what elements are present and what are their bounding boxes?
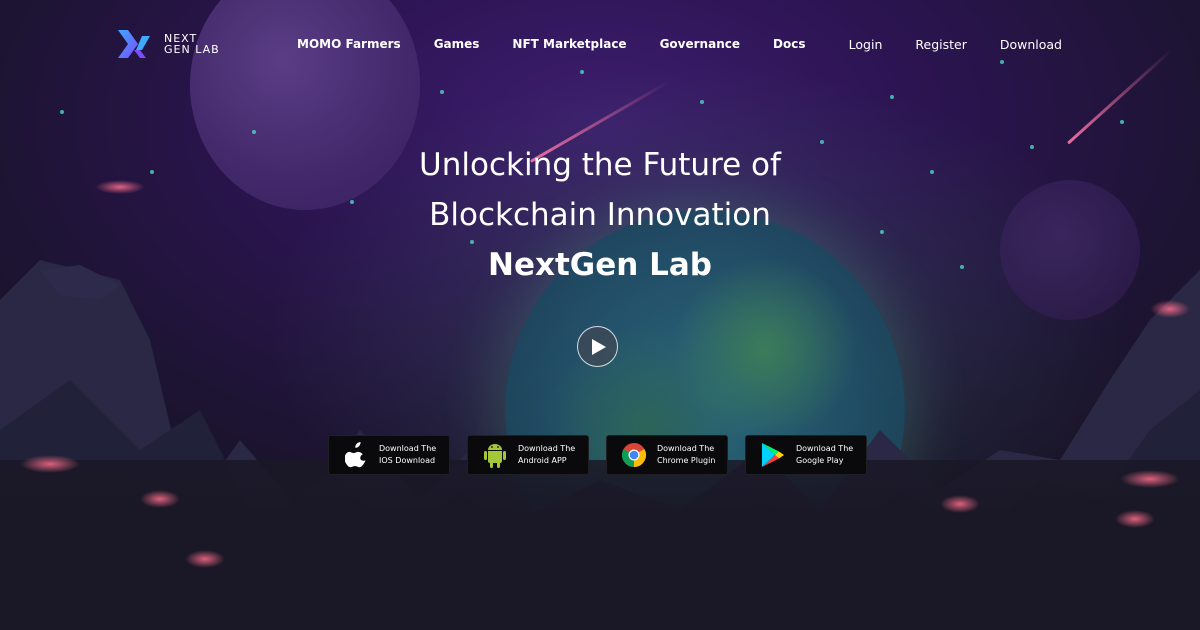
auth-nav: Login Register Download (816, 37, 1062, 52)
ios-download-button[interactable]: Download The IOS Download (328, 435, 450, 475)
star-dot (440, 90, 444, 94)
login-link[interactable]: Login (849, 37, 883, 52)
chrome-icon (621, 442, 647, 468)
glow-light (1120, 470, 1180, 488)
nav-games[interactable]: Games (434, 37, 480, 51)
nav-governance[interactable]: Governance (660, 37, 740, 51)
glow-light (940, 495, 980, 513)
hero-brand-title: NextGen Lab (488, 247, 712, 283)
hero-title-line2: Blockchain Innovation (429, 197, 771, 233)
chrome-download-line1: Download The (657, 444, 715, 453)
chrome-download-line2: Chrome Plugin (657, 456, 716, 465)
google-play-download-button[interactable]: Download The Google Play (745, 435, 867, 475)
ios-download-line1: Download The (379, 444, 437, 453)
glow-light (140, 490, 180, 508)
nav-momo-farmers[interactable]: MOMO Farmers (297, 37, 401, 51)
hero-section: Unlocking the Future of Blockchain Innov… (0, 140, 1200, 290)
download-link[interactable]: Download (1000, 37, 1062, 52)
glow-light (185, 550, 225, 568)
nextgen-logo-icon (118, 30, 150, 58)
ios-download-label: Download The IOS Download (379, 443, 436, 467)
google-play-icon (760, 442, 786, 468)
google-play-download-line2: Google Play (796, 456, 844, 465)
ios-download-line2: IOS Download (379, 456, 436, 465)
play-icon (592, 338, 606, 355)
site-header: NEXT GEN LAB MOMO Farmers Games NFT Mark… (0, 0, 1200, 90)
android-download-line2: Android APP (518, 456, 567, 465)
google-play-download-line1: Download The (796, 444, 854, 453)
main-nav: MOMO Farmers Games NFT Marketplace Gover… (297, 37, 838, 51)
chrome-download-button[interactable]: Download The Chrome Plugin (606, 435, 728, 475)
hero-background (0, 0, 1200, 630)
glow-light (1115, 510, 1155, 528)
glow-light (1150, 300, 1190, 318)
google-play-download-label: Download The Google Play (796, 443, 853, 467)
star-dot (1120, 120, 1124, 124)
logo-text: NEXT GEN LAB (164, 33, 224, 55)
android-download-label: Download The Android APP (518, 443, 575, 467)
ground-illustration (0, 460, 1200, 630)
chrome-download-label: Download The Chrome Plugin (657, 443, 715, 467)
glow-light (20, 455, 80, 473)
star-dot (700, 100, 704, 104)
star-dot (890, 95, 894, 99)
play-video-button[interactable] (577, 326, 618, 367)
nav-docs[interactable]: Docs (773, 37, 805, 51)
android-download-line1: Download The (518, 444, 576, 453)
hero-title-line1: Unlocking the Future of (419, 147, 781, 183)
android-icon (482, 442, 508, 468)
register-link[interactable]: Register (915, 37, 966, 52)
star-dot (60, 110, 64, 114)
logo-line2: GEN LAB (164, 43, 220, 56)
apple-icon (343, 442, 369, 468)
logo[interactable]: NEXT GEN LAB (116, 28, 224, 60)
download-buttons: Download The IOS Download Download The A… (328, 435, 867, 475)
star-dot (252, 130, 256, 134)
android-download-button[interactable]: Download The Android APP (467, 435, 589, 475)
nav-nft-marketplace[interactable]: NFT Marketplace (512, 37, 626, 51)
